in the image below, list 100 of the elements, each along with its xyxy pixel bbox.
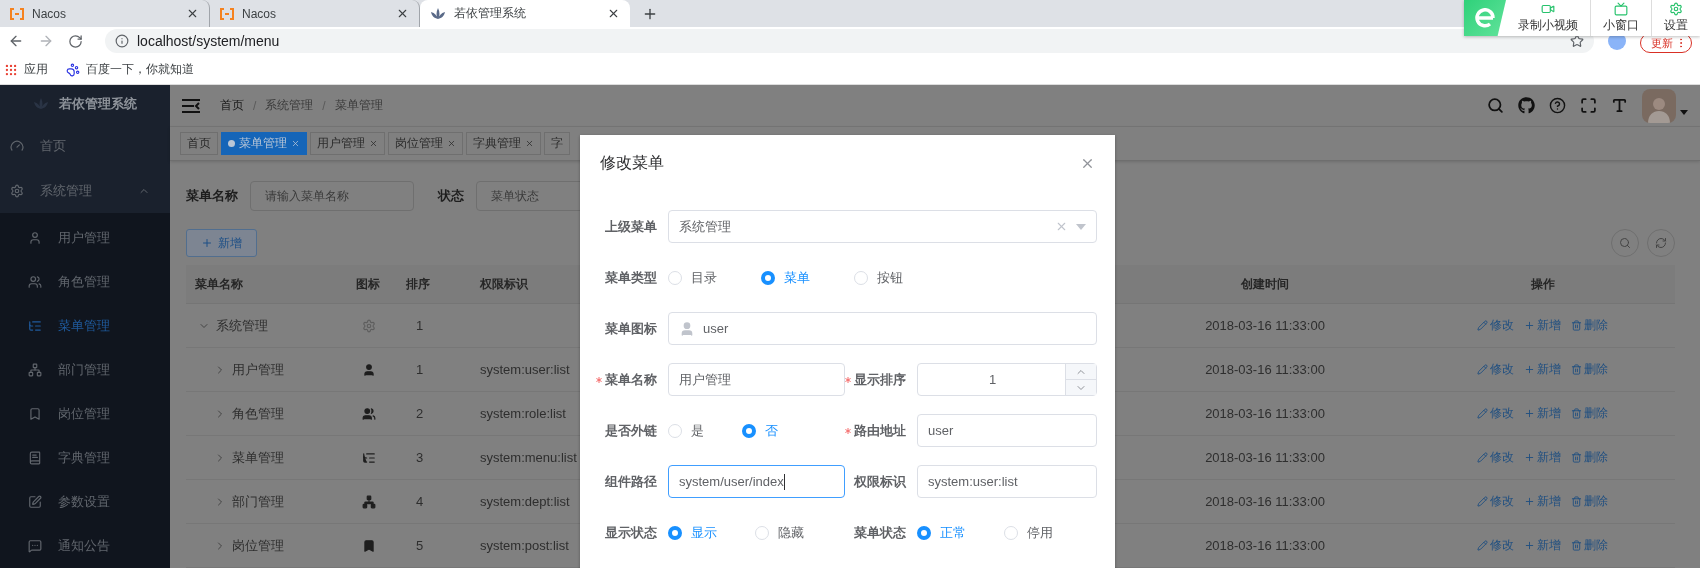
settings-icon	[362, 318, 376, 333]
action-link[interactable]: 新增	[1524, 537, 1561, 554]
action-link[interactable]: 删除	[1571, 537, 1608, 554]
back-icon[interactable]	[8, 33, 24, 49]
bookmark-link[interactable]: 应用	[4, 61, 48, 78]
action-link[interactable]: 修改	[1477, 317, 1514, 334]
permission-value: system:role:list	[480, 406, 566, 421]
action-link[interactable]: 修改	[1477, 449, 1514, 466]
github-icon[interactable]	[1518, 97, 1535, 115]
action-link[interactable]: 新增	[1524, 493, 1561, 510]
radio-option[interactable]: 是	[668, 421, 704, 440]
menu-icon[interactable]	[182, 98, 200, 113]
page-tag[interactable]: 菜单管理	[221, 132, 307, 156]
radio-option[interactable]: 显示	[668, 523, 717, 542]
radio-option[interactable]: 菜单	[761, 268, 810, 287]
created-time: 2018-03-16 11:33:00	[1205, 406, 1325, 421]
hierarchy-icon	[28, 363, 42, 377]
page-tag[interactable]: 字	[544, 132, 570, 156]
page-tag[interactable]: 首页	[180, 132, 218, 156]
submenu-item[interactable]: 岗位管理	[0, 392, 170, 436]
action-link[interactable]: 修改	[1477, 361, 1514, 378]
bookmark-link[interactable]: 百度一下，你就知道	[66, 61, 194, 78]
action-link[interactable]: 修改	[1477, 405, 1514, 422]
search-icon[interactable]	[1487, 97, 1504, 115]
browser-tab[interactable]: 若依管理系统	[420, 0, 630, 27]
radio-option[interactable]: 否	[742, 421, 778, 440]
plus-icon	[1524, 452, 1535, 463]
caret-icon[interactable]	[1680, 110, 1688, 116]
sort-value: 2	[416, 406, 424, 421]
help-icon[interactable]	[1549, 97, 1566, 115]
font-size-icon[interactable]	[1611, 97, 1628, 115]
toolbar-button[interactable]: 录制小视频	[1506, 0, 1591, 36]
bookmark-star-icon[interactable]	[1570, 34, 1584, 48]
action-link[interactable]: 修改	[1477, 537, 1514, 554]
lotus-logo-icon	[430, 7, 446, 20]
radio-option[interactable]: 停用	[1004, 523, 1053, 542]
breadcrumb-link[interactable]: 系统管理	[265, 97, 314, 115]
input-field[interactable]: user	[917, 414, 1097, 447]
close-icon[interactable]	[186, 7, 199, 20]
message-icon	[28, 539, 42, 553]
column-header: 操作	[1410, 265, 1675, 304]
trash-icon	[1571, 364, 1582, 375]
page-tag[interactable]: 岗位管理	[388, 132, 463, 156]
action-link[interactable]: 删除	[1571, 361, 1608, 378]
breadcrumb-separator: /	[322, 98, 326, 113]
clear-icon[interactable]	[1055, 220, 1068, 233]
action-link[interactable]: 新增	[1524, 317, 1561, 334]
trash-icon	[1571, 408, 1582, 419]
toolbar-button[interactable]: 小窗口	[1591, 0, 1652, 36]
number-input-field[interactable]: 1	[917, 363, 1097, 396]
close-icon[interactable]	[396, 7, 409, 20]
menu-item[interactable]: 系统管理	[0, 168, 170, 213]
radio-option[interactable]: 按钮	[854, 268, 903, 287]
fullscreen-icon[interactable]	[1580, 97, 1597, 115]
page-tag[interactable]: 字典管理	[466, 132, 541, 156]
pencil-icon	[1477, 496, 1488, 507]
submenu-item[interactable]: 参数设置	[0, 480, 170, 524]
sort-value: 4	[416, 494, 424, 509]
radio-option[interactable]: 目录	[668, 268, 717, 287]
forward-icon[interactable]	[38, 33, 54, 49]
action-link[interactable]: 删除	[1571, 493, 1608, 510]
action-link[interactable]: 删除	[1571, 317, 1608, 334]
action-link[interactable]: 新增	[1524, 449, 1561, 466]
search-field[interactable]: 请输入菜单名称	[250, 181, 414, 211]
reload-icon[interactable]	[68, 33, 83, 49]
breadcrumb-link[interactable]: 菜单管理	[334, 97, 383, 115]
add-button[interactable]: 新增	[186, 229, 257, 257]
submenu-item[interactable]: 菜单管理	[0, 304, 170, 348]
submenu-item[interactable]: 角色管理	[0, 260, 170, 304]
radio-option[interactable]: 隐藏	[755, 523, 804, 542]
toolbar-button[interactable]: 设置	[1652, 0, 1700, 36]
input-field[interactable]: system:user:list	[917, 465, 1097, 498]
icon-input-field[interactable]: user	[668, 312, 1097, 345]
action-link[interactable]: 修改	[1477, 493, 1514, 510]
input-field[interactable]: system/user/index	[668, 465, 845, 498]
menu-item[interactable]: 首页	[0, 123, 170, 169]
breadcrumb-separator: /	[253, 98, 257, 113]
submenu-item[interactable]: 用户管理	[0, 216, 170, 260]
users-icon	[362, 406, 376, 421]
form-label: 显示排序	[845, 370, 917, 389]
menu-name: 菜单管理	[232, 448, 284, 467]
action-link[interactable]: 新增	[1524, 361, 1561, 378]
plus-icon	[1524, 540, 1535, 551]
submenu-item[interactable]: 字典管理	[0, 436, 170, 480]
page-tag[interactable]: 用户管理	[310, 132, 385, 156]
breadcrumb-link[interactable]: 首页	[220, 97, 244, 115]
column-header: 菜单名称	[186, 265, 344, 304]
select-field[interactable]: 系统管理	[668, 210, 1097, 243]
action-link[interactable]: 删除	[1571, 405, 1608, 422]
submenu-item[interactable]: 部门管理	[0, 348, 170, 392]
permission-value: system:post:list	[480, 538, 569, 553]
permission-value: system:menu:list	[480, 450, 577, 465]
action-link[interactable]: 新增	[1524, 405, 1561, 422]
action-link[interactable]: 删除	[1571, 449, 1608, 466]
close-icon[interactable]	[607, 7, 620, 20]
required-icon	[845, 427, 851, 434]
tree-list-icon	[362, 450, 376, 465]
input-field[interactable]: 用户管理	[668, 363, 845, 396]
submenu-item[interactable]: 通知公告	[0, 524, 170, 568]
radio-option[interactable]: 正常	[917, 523, 966, 542]
